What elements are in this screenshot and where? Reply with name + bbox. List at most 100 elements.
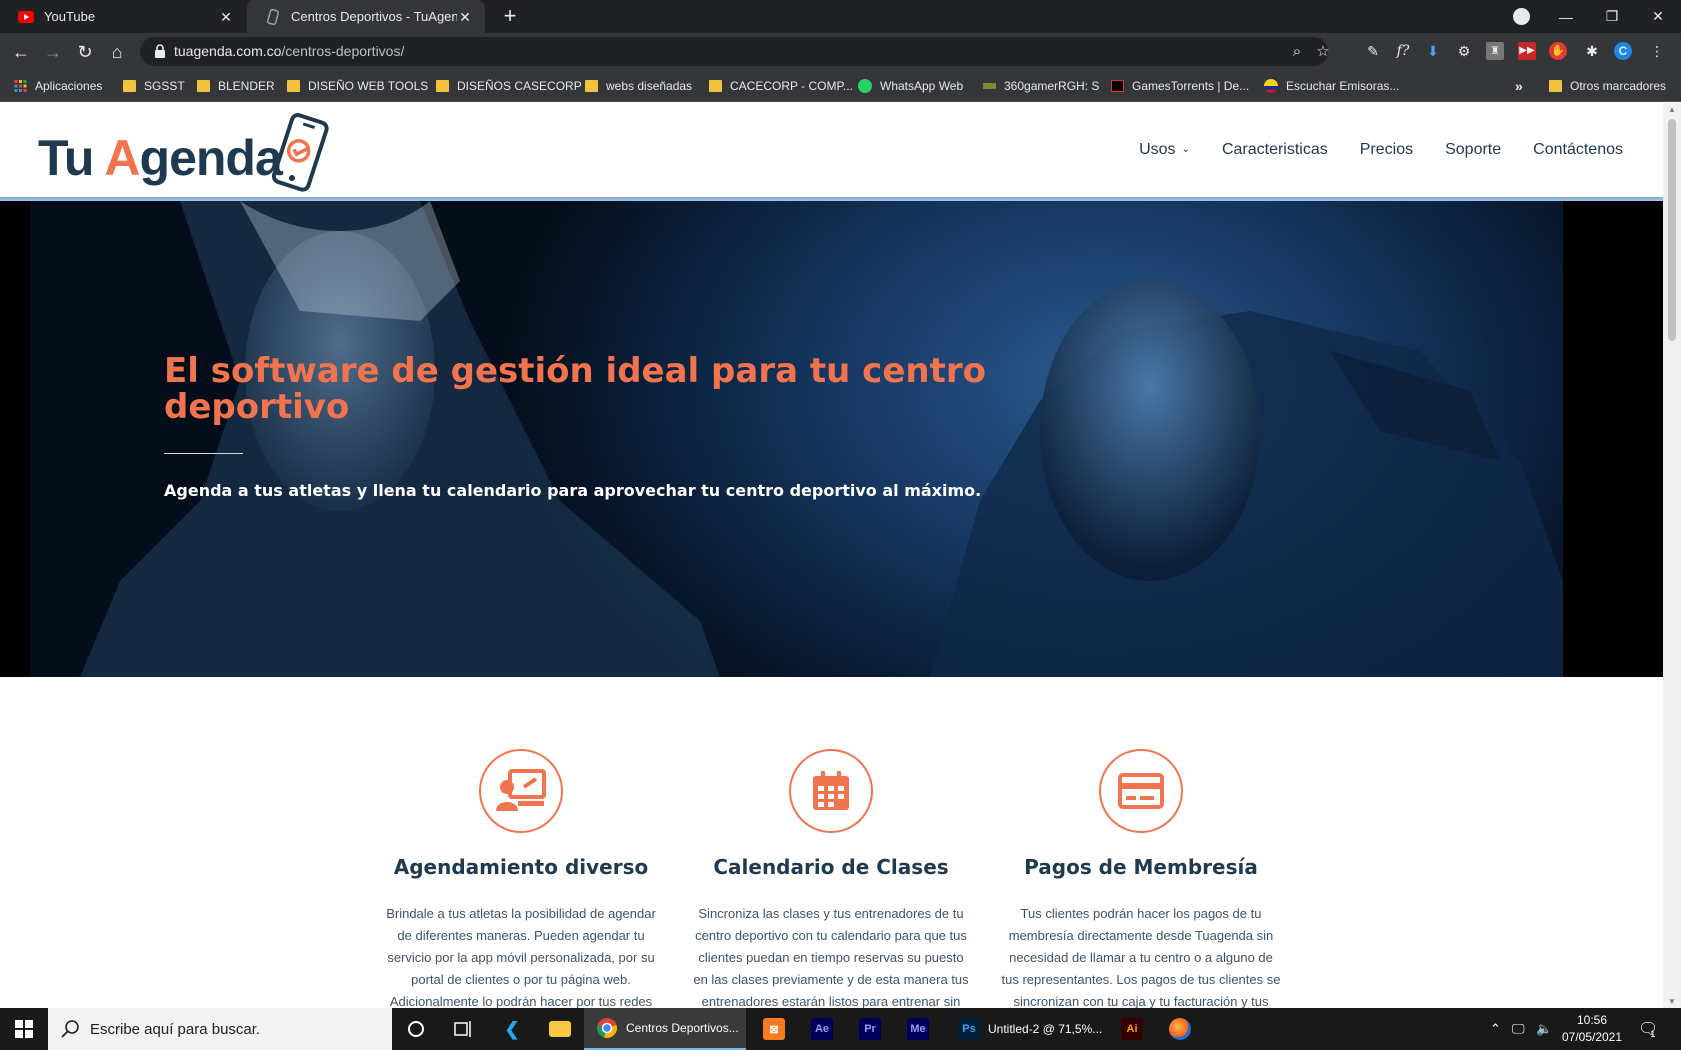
scroll-up-icon[interactable]: ▲: [1667, 105, 1677, 114]
notifications-icon[interactable]: 🗨 1: [1638, 1008, 1658, 1050]
reload-icon[interactable]: ↻: [74, 41, 96, 63]
profile-avatar[interactable]: C: [1614, 42, 1632, 60]
search-icon: [61, 1020, 79, 1038]
windows-taskbar: Escribe aquí para buscar. ❮ Centros Depo…: [0, 1008, 1681, 1050]
bookmark-label: 360gamerRGH: S: [1004, 79, 1100, 93]
browser-toolbar: ← → ↻ ⌂ tuagenda.com.co/centros-deportiv…: [0, 33, 1681, 70]
taskbar-firefox[interactable]: [1156, 1008, 1204, 1050]
extension-media-icon[interactable]: ▶▶: [1518, 42, 1536, 60]
feature-description: Sincroniza las clases y tus entrenadores…: [693, 906, 969, 1008]
tab-title: Centros Deportivos - TuAgenda: [291, 9, 457, 24]
nav-item-caracteristicas[interactable]: Caracteristicas: [1206, 141, 1344, 159]
chrome-icon: [597, 1018, 617, 1038]
extension-gear-icon[interactable]: ⚙: [1455, 42, 1473, 60]
page-scrollbar[interactable]: ▲ ▼: [1663, 103, 1681, 1008]
bookmark-folder[interactable]: webs diseñadas: [585, 78, 692, 94]
bookmark-360gamer[interactable]: 360gamerRGH: S: [983, 78, 1099, 94]
extension-pen-icon[interactable]: ✎: [1364, 42, 1382, 60]
tab-youtube[interactable]: YouTube ✕: [0, 0, 246, 33]
photoshop-icon: Ps: [958, 1018, 980, 1040]
feature-card: Pagos de Membresía Tus clientes podrán h…: [1001, 749, 1281, 1008]
network-icon[interactable]: 🖵: [1512, 1008, 1525, 1050]
phone-check-icon: [271, 113, 329, 192]
xampp-icon: ⊠: [763, 1018, 785, 1040]
bookmark-star-icon[interactable]: ☆: [1314, 43, 1332, 61]
extension-formula-icon[interactable]: f?: [1394, 42, 1412, 60]
bookmark-folder[interactable]: DISEÑO WEB TOOLS: [287, 78, 428, 94]
feature-description: Tus clientes podrán hacer los pagos de t…: [1001, 906, 1281, 1008]
nav-item-contactenos[interactable]: Contáctenos: [1517, 141, 1639, 159]
feature-icon-circle: [1099, 749, 1183, 833]
scrollbar-thumb[interactable]: [1668, 119, 1676, 341]
close-window-icon[interactable]: ✕: [1635, 8, 1681, 25]
bookmark-gamestorrents[interactable]: GamesTorrents | De...: [1111, 78, 1249, 94]
taskbar-photoshop[interactable]: Ps Untitled-2 @ 71,5%...: [946, 1008, 1108, 1050]
bookmark-folder[interactable]: DISEÑOS CASECORP: [436, 78, 582, 94]
restore-icon[interactable]: ❐: [1589, 8, 1635, 25]
bookmark-folder[interactable]: SGSST: [123, 78, 185, 94]
taskbar-media-encoder[interactable]: Me: [894, 1008, 942, 1050]
bookmark-whatsapp[interactable]: WhatsApp Web: [858, 78, 963, 94]
taskbar-file-explorer[interactable]: [536, 1008, 584, 1050]
volume-icon[interactable]: 🔈: [1536, 1008, 1552, 1050]
taskbar-search-box[interactable]: Escribe aquí para buscar.: [48, 1008, 392, 1050]
bookmark-label: CACECORP - COMP...: [730, 79, 853, 93]
tray-overflow-icon[interactable]: ⌃: [1490, 1008, 1501, 1050]
taskbar-xampp[interactable]: ⊠: [750, 1008, 798, 1050]
bookmarks-bar: Aplicaciones SGSST BLENDER DISEÑO WEB TO…: [0, 70, 1681, 102]
system-clock[interactable]: 10:56 07/05/2021: [1556, 1012, 1628, 1046]
taskbar-after-effects[interactable]: Ae: [798, 1008, 846, 1050]
extensions-puzzle-icon[interactable]: ✱: [1583, 42, 1601, 60]
taskbar-premiere[interactable]: Pr: [846, 1008, 894, 1050]
other-bookmarks[interactable]: Otros marcadores: [1549, 78, 1666, 94]
home-icon[interactable]: ⌂: [106, 41, 128, 63]
close-tab-icon[interactable]: ✕: [218, 9, 234, 25]
apps-grid-icon: [14, 80, 27, 92]
extension-box-icon[interactable]: ♜: [1486, 42, 1504, 60]
forward-icon[interactable]: →: [42, 41, 64, 63]
cortana-button[interactable]: [392, 1008, 440, 1050]
after-effects-icon: Ae: [811, 1018, 833, 1040]
new-tab-button[interactable]: +: [499, 5, 521, 27]
address-bar[interactable]: tuagenda.com.co/centros-deportivos/ ⌕ ☆: [140, 37, 1330, 66]
credit-card-icon: [1118, 773, 1164, 809]
clock-date: 07/05/2021: [1561, 1030, 1623, 1044]
hero-banner: El software de gestión ideal para tu cen…: [0, 201, 1663, 677]
scroll-down-icon[interactable]: ▼: [1667, 997, 1677, 1006]
extension-hand-icon[interactable]: ✋: [1549, 42, 1567, 60]
logo-text: Tu: [38, 130, 105, 186]
tab-search-icon[interactable]: [1513, 8, 1530, 25]
taskbar-app-label: Centros Deportivos...: [626, 1021, 739, 1035]
taskbar-illustrator[interactable]: Ai: [1108, 1008, 1156, 1050]
minimize-icon[interactable]: —: [1543, 9, 1589, 25]
nav-item-soporte[interactable]: Soporte: [1429, 141, 1517, 159]
bookmark-apps[interactable]: Aplicaciones: [14, 78, 102, 94]
nav-item-precios[interactable]: Precios: [1344, 141, 1429, 159]
bookmark-emisoras[interactable]: Escuchar Emisoras...: [1264, 78, 1399, 94]
firefox-icon: [1169, 1018, 1191, 1040]
nav-item-usos[interactable]: Usos ⌄: [1123, 141, 1206, 159]
start-button[interactable]: [0, 1008, 48, 1050]
taskbar-chrome[interactable]: Centros Deportivos...: [584, 1008, 746, 1050]
feature-icon-circle: [789, 749, 873, 833]
zoom-icon[interactable]: ⌕: [1288, 43, 1306, 61]
extension-download-icon[interactable]: ⬇: [1424, 42, 1442, 60]
site-logo[interactable]: Tu Agenda: [38, 111, 329, 195]
site-header: Tu Agenda Usos ⌄ Caracteristicas Precios …: [0, 103, 1663, 201]
bookmark-folder[interactable]: CACECORP - COMP...: [709, 78, 853, 94]
menu-kebab-icon[interactable]: ⋮: [1648, 42, 1666, 60]
tab-centros-deportivos[interactable]: Centros Deportivos - TuAgenda ✕: [247, 0, 485, 33]
back-icon[interactable]: ←: [10, 41, 32, 63]
taskbar-vscode[interactable]: ❮: [488, 1008, 536, 1050]
illustrator-icon: Ai: [1121, 1018, 1143, 1040]
more-bookmarks-button[interactable]: »: [1515, 78, 1523, 94]
logo-accent-letter: A: [104, 130, 140, 186]
bookmark-label: WhatsApp Web: [880, 79, 964, 93]
bookmark-folder[interactable]: BLENDER: [197, 78, 275, 94]
folder-icon: [549, 1021, 571, 1037]
bookmark-label: DISEÑO WEB TOOLS: [308, 79, 429, 93]
task-view-button[interactable]: [440, 1008, 488, 1050]
feature-card: Agendamiento diverso Brindale a tus atle…: [381, 749, 661, 1008]
tab-title: YouTube: [44, 9, 96, 24]
close-tab-icon[interactable]: ✕: [457, 9, 473, 25]
